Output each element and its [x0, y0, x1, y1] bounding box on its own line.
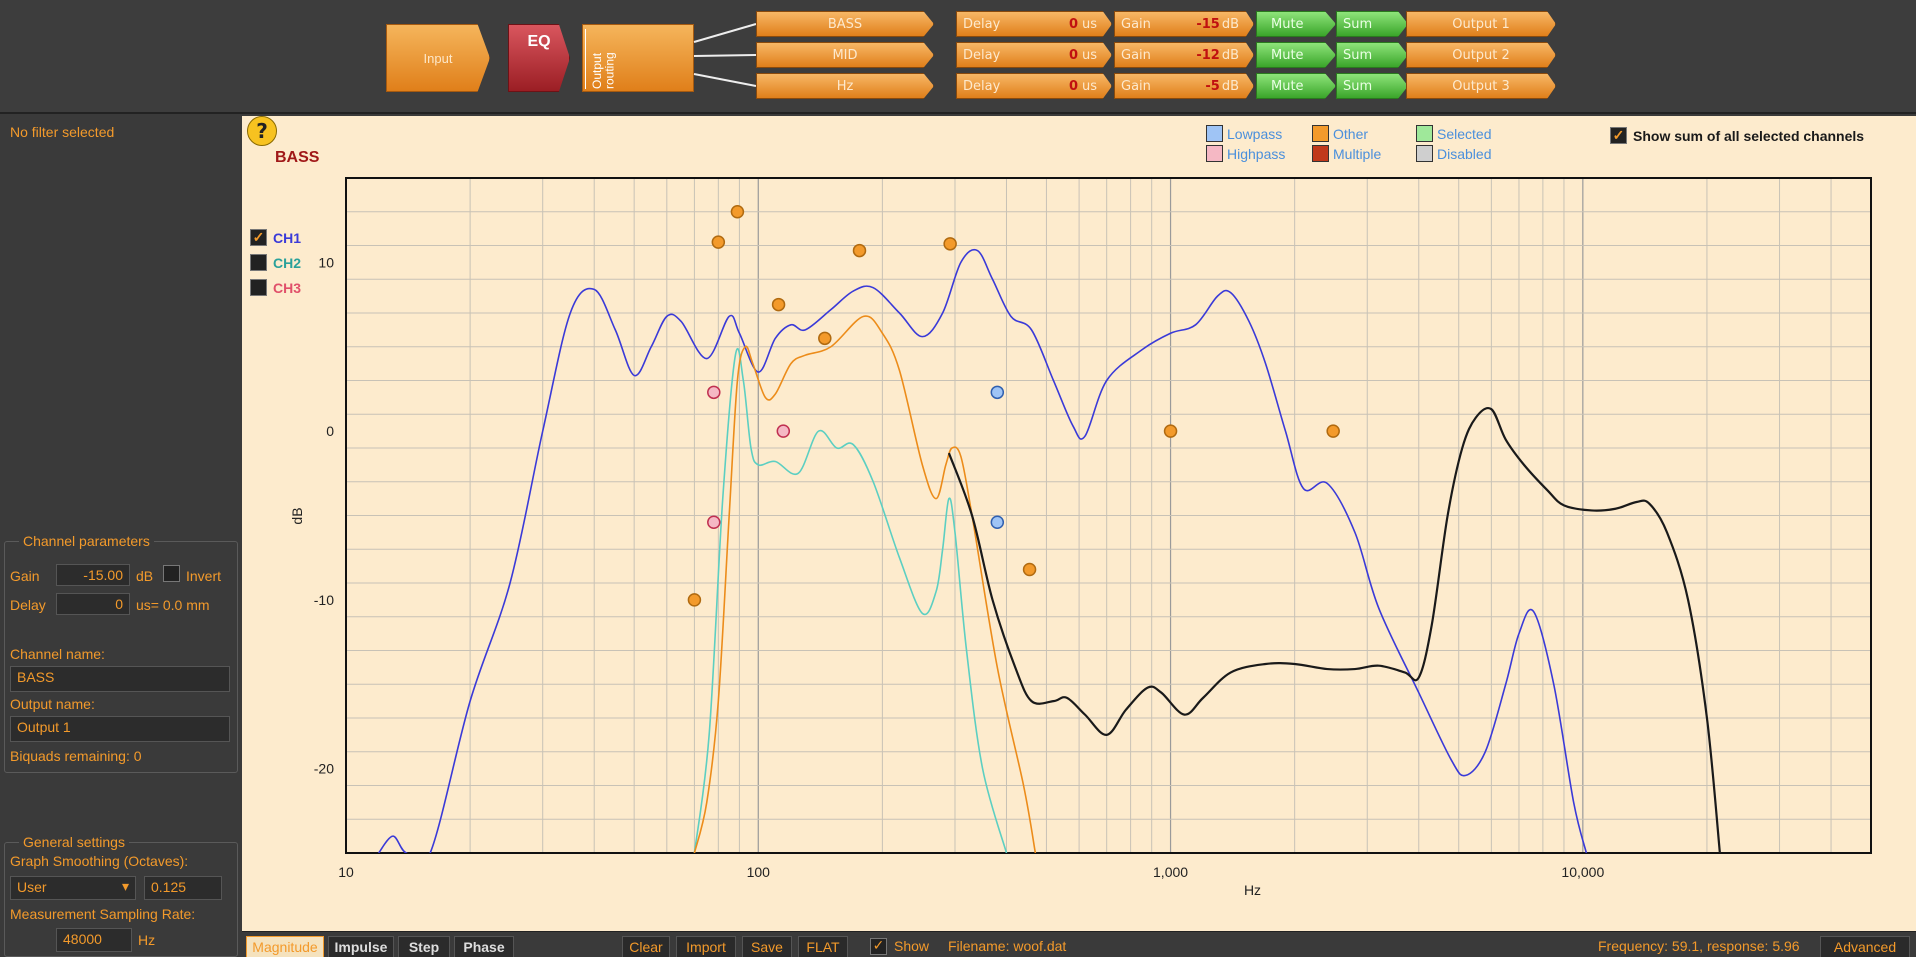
legend-swatch: [1206, 145, 1223, 162]
filter-marker-other: [852, 243, 867, 258]
filter-marker-lowpass: [990, 385, 1005, 400]
legend-swatch: [1416, 145, 1433, 162]
y-axis-label: dB: [289, 507, 305, 524]
legend-item-disabled: Disabled: [1416, 145, 1491, 162]
legend-swatch: [1312, 145, 1329, 162]
legend-label: Highpass: [1227, 145, 1286, 162]
legend-label: Lowpass: [1227, 125, 1283, 142]
tab-phase[interactable]: Phase: [454, 936, 514, 957]
filter-marker-other: [730, 205, 745, 219]
channel-toggle-ch1[interactable]: ✓ CH1: [250, 229, 301, 246]
series-line-1: [693, 347, 1008, 853]
filter-marker-other: [771, 297, 786, 312]
legend-label: Multiple: [1333, 145, 1382, 162]
legend-item-selected: Selected: [1416, 125, 1491, 142]
x-tick-label: 10,000: [1561, 864, 1604, 880]
x-tick-label: 100: [747, 864, 771, 880]
channel-toggle-ch3[interactable]: CH3: [250, 279, 301, 296]
import-button[interactable]: Import: [676, 936, 736, 957]
legend-item-highpass: Highpass: [1206, 145, 1285, 162]
legend-item-multiple: Multiple: [1312, 145, 1381, 162]
legend-swatch: [1416, 125, 1433, 142]
legend-swatch: [1312, 125, 1329, 142]
help-icon[interactable]: ?: [247, 116, 277, 146]
bottom-toolbar: Magnitude Impulse Step Phase Clear Impor…: [242, 931, 1916, 957]
legend-label: Other: [1333, 125, 1369, 142]
channel-label: CH1: [273, 229, 302, 246]
filter-marker-other: [818, 331, 832, 346]
channel-label: CH3: [273, 279, 302, 296]
channel-checkbox[interactable]: ✓: [250, 229, 267, 246]
filter-marker-highpass: [707, 515, 721, 529]
show-sum-toggle[interactable]: ✓ Show sum of all selected channels: [1610, 127, 1864, 144]
show-sum-checkbox[interactable]: ✓: [1610, 127, 1627, 144]
status-readout: Frequency: 59.1, response: 5.96: [1598, 938, 1800, 954]
y-tick-label: 10: [318, 254, 334, 270]
filter-marker-highpass: [707, 385, 721, 400]
legend-item-lowpass: Lowpass: [1206, 125, 1282, 142]
y-tick-label: -10: [314, 592, 334, 608]
filter-marker-other: [943, 237, 957, 251]
legend-item-other: Other: [1312, 125, 1368, 142]
channel-checkbox[interactable]: [250, 279, 267, 296]
series-line-3: [947, 406, 1721, 853]
tab-step[interactable]: Step: [398, 936, 450, 957]
save-button[interactable]: Save: [742, 936, 792, 957]
tab-impulse[interactable]: Impulse: [328, 936, 394, 957]
tab-magnitude[interactable]: Magnitude: [246, 936, 324, 957]
flat-button[interactable]: FLAT: [798, 936, 848, 957]
clear-button[interactable]: Clear: [622, 936, 670, 957]
filter-marker-other: [687, 593, 702, 607]
show-sum-label: Show sum of all selected channels: [1633, 127, 1865, 144]
filename-label: Filename: woof.dat: [948, 938, 1067, 954]
advanced-button[interactable]: Advanced: [1820, 936, 1910, 957]
show-label: Show: [894, 938, 930, 954]
legend-label: Disabled: [1437, 145, 1492, 162]
x-tick-label: 10: [338, 864, 354, 880]
app-window: Input EQ Output routing BASS Delay 0 us Gain…: [0, 0, 1916, 957]
filter-marker-other: [711, 235, 726, 249]
channel-checkbox[interactable]: [250, 254, 267, 271]
filter-marker-other: [1163, 424, 1178, 438]
filter-marker-other: [1022, 562, 1037, 577]
channel-toggle-ch2[interactable]: CH2: [250, 254, 301, 271]
channel-label: CH2: [273, 254, 302, 271]
x-axis-label: Hz: [1244, 882, 1261, 898]
x-tick-label: 1,000: [1153, 864, 1188, 880]
legend-swatch: [1206, 125, 1223, 142]
filter-marker-other: [1326, 424, 1340, 438]
graph-title: BASS: [275, 149, 320, 166]
filter-marker-lowpass: [990, 515, 1005, 529]
filter-marker-highpass: [776, 424, 791, 438]
y-tick-label: -20: [314, 761, 334, 777]
legend-label: Selected: [1437, 125, 1492, 142]
y-tick-label: 0: [326, 423, 334, 439]
show-checkbox[interactable]: ✓: [870, 938, 887, 955]
